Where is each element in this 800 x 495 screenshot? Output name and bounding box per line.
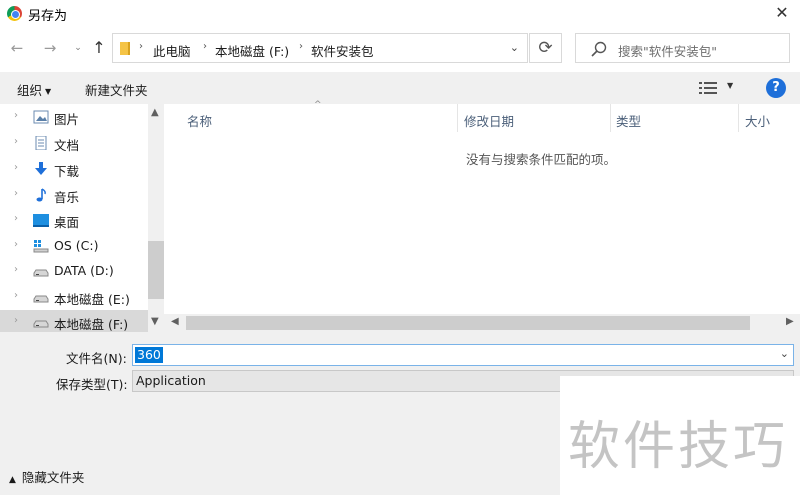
scrollbar-thumb[interactable]	[186, 316, 750, 330]
column-divider[interactable]	[457, 104, 458, 132]
breadcrumb-drive-f[interactable]: 本地磁盘 (F:)	[215, 41, 289, 60]
file-list-horizontal-scrollbar[interactable]: ◀ ▶	[164, 314, 800, 332]
hide-folders-label: 隐藏文件夹	[21, 470, 85, 485]
address-bar[interactable]: › 此电脑 › 本地磁盘 (F:) › 软件安装包 ⌄	[112, 33, 528, 63]
folder-icon	[120, 42, 130, 55]
close-button[interactable]: ✕	[768, 2, 796, 24]
tree-item-pictures[interactable]: › 图片	[0, 105, 148, 129]
view-dropdown-icon[interactable]: ▼	[727, 81, 733, 90]
filetype-label: 保存类型(T):	[56, 377, 128, 392]
expand-arrow-icon[interactable]: ›	[14, 162, 18, 173]
tree-item-music[interactable]: › 音乐	[0, 183, 148, 207]
up-button[interactable]: ↑	[89, 38, 109, 58]
filename-field[interactable]: 360 ⌄	[132, 344, 794, 366]
column-divider[interactable]	[610, 104, 611, 132]
column-header-size[interactable]: 大小	[745, 111, 770, 130]
documents-icon	[35, 136, 47, 150]
navigation-pane-scrollbar[interactable]: ▲ ▼	[148, 104, 164, 332]
column-header-date-modified[interactable]: 修改日期	[464, 111, 514, 130]
file-list[interactable]: ^ 名称 修改日期 类型 大小 没有与搜索条件匹配的项。	[164, 100, 800, 314]
expand-arrow-icon[interactable]: ›	[14, 136, 18, 147]
pictures-icon	[33, 110, 49, 124]
tree-item-drive-e[interactable]: › 本地磁盘 (E:)	[0, 285, 148, 309]
desktop-icon	[33, 214, 49, 227]
scroll-left-arrow[interactable]: ◀	[171, 316, 179, 327]
address-dropdown-icon[interactable]: ⌄	[510, 41, 519, 54]
forward-button[interactable]: →	[40, 38, 60, 58]
column-header-name[interactable]: 名称	[187, 111, 212, 130]
hide-folders-toggle[interactable]: ▲ 隐藏文件夹	[9, 467, 84, 486]
window-title: 另存为	[28, 9, 68, 24]
tree-item-label: 音乐	[54, 190, 80, 205]
tree-item-label: DATA (D:)	[54, 263, 114, 278]
scrollbar-thumb[interactable]	[148, 241, 164, 299]
navigation-bar: ← → ⌄ ↑ › 此电脑 › 本地磁盘 (F:) › 软件安装包 ⌄ ⟳ 搜索…	[0, 30, 800, 66]
scroll-down-arrow[interactable]: ▼	[151, 316, 159, 327]
tree-item-drive-d[interactable]: › DATA (D:)	[0, 259, 148, 283]
tree-item-drive-f[interactable]: › 本地磁盘 (F:)	[0, 310, 148, 332]
expand-arrow-icon[interactable]: ›	[14, 239, 18, 250]
command-toolbar: 组织 ▼ 新建文件夹 ▼ ?	[0, 72, 800, 104]
breadcrumb-this-pc[interactable]: 此电脑	[153, 41, 191, 60]
expand-arrow-icon[interactable]: ›	[14, 290, 18, 301]
search-input[interactable]: 搜索"软件安装包"	[575, 33, 790, 63]
filename-dropdown-icon[interactable]: ⌄	[780, 347, 789, 360]
scroll-right-arrow[interactable]: ▶	[786, 316, 794, 327]
tree-item-label: 文档	[54, 138, 80, 153]
tree-item-label: OS (C:)	[54, 238, 99, 253]
system-drive-icon	[33, 240, 49, 253]
breadcrumb-software-folder[interactable]: 软件安装包	[311, 41, 374, 60]
new-folder-button[interactable]: 新建文件夹	[85, 80, 148, 99]
drive-icon	[33, 320, 49, 328]
chevron-up-icon: ▲	[9, 475, 16, 485]
chevron-down-icon: ▼	[45, 87, 52, 96]
tree-item-label: 本地磁盘 (F:)	[54, 317, 129, 332]
breadcrumb-separator[interactable]: ›	[299, 41, 303, 52]
filename-value[interactable]: 360	[135, 347, 163, 363]
organize-label: 组织	[17, 83, 43, 98]
breadcrumb-separator[interactable]: ›	[139, 41, 143, 52]
tree-item-documents[interactable]: › 文档	[0, 131, 148, 155]
tree-item-label: 图片	[54, 112, 80, 127]
breadcrumb-separator[interactable]: ›	[203, 41, 207, 52]
navigation-pane: › 图片 › 文档 › 下载 › 音乐 › 桌面 › OS (C:) › DAT…	[0, 104, 148, 332]
recent-locations-button[interactable]: ⌄	[68, 38, 88, 58]
filetype-value: Application	[136, 373, 206, 388]
drive-icon	[33, 269, 49, 277]
expand-arrow-icon[interactable]: ›	[14, 188, 18, 199]
music-icon	[36, 188, 46, 202]
watermark-text: 软件技巧	[568, 417, 789, 477]
scroll-up-arrow[interactable]: ▲	[151, 107, 159, 118]
tree-item-downloads[interactable]: › 下载	[0, 157, 148, 181]
empty-results-message: 没有与搜索条件匹配的项。	[465, 152, 616, 167]
watermark: 软件技巧	[560, 376, 800, 495]
column-header-type[interactable]: 类型	[616, 111, 641, 130]
help-icon[interactable]: ?	[766, 78, 786, 98]
expand-arrow-icon[interactable]: ›	[14, 315, 18, 326]
tree-item-label: 下载	[54, 164, 80, 179]
view-options-icon[interactable]	[699, 81, 717, 95]
refresh-button[interactable]: ⟳	[529, 33, 562, 63]
tree-item-label: 本地磁盘 (E:)	[54, 292, 130, 307]
tree-item-label: 桌面	[54, 215, 80, 230]
drive-icon	[33, 295, 49, 303]
tree-item-drive-c[interactable]: › OS (C:)	[0, 234, 148, 258]
expand-arrow-icon[interactable]: ›	[14, 110, 18, 121]
expand-arrow-icon[interactable]: ›	[14, 264, 18, 275]
chrome-icon	[7, 6, 22, 21]
title-bar: 另存为 ✕	[0, 0, 800, 27]
filename-label: 文件名(N):	[66, 351, 127, 366]
search-icon	[591, 41, 607, 57]
tree-item-desktop[interactable]: › 桌面	[0, 208, 148, 232]
sort-indicator-icon: ^	[314, 100, 322, 110]
search-placeholder: 搜索"软件安装包"	[618, 44, 717, 59]
expand-arrow-icon[interactable]: ›	[14, 213, 18, 224]
column-divider[interactable]	[738, 104, 739, 132]
organize-button[interactable]: 组织 ▼	[17, 80, 51, 99]
downloads-icon	[35, 162, 47, 175]
back-button[interactable]: ←	[7, 38, 27, 58]
